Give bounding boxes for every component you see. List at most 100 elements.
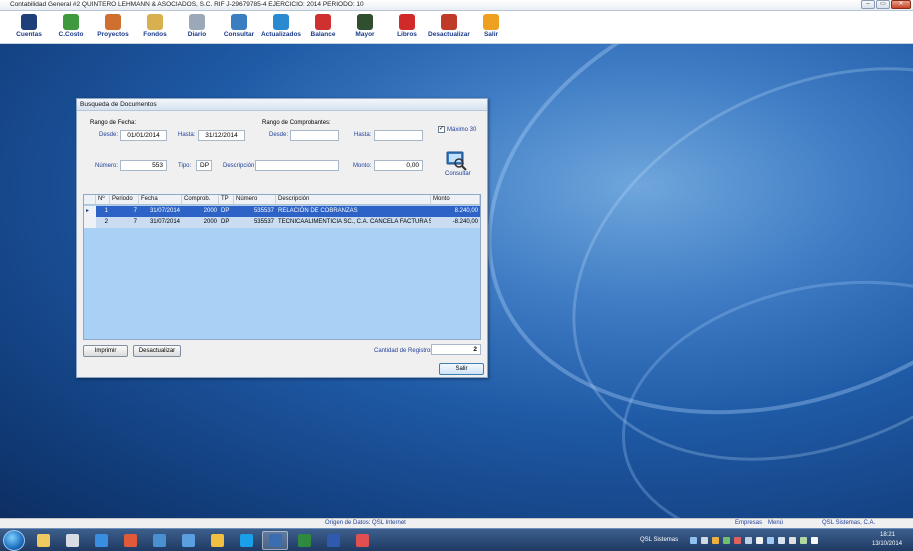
grid-header-monto[interactable]: Monto <box>431 195 480 205</box>
toolbar-ccosto-button[interactable]: C.Costo <box>50 11 92 44</box>
toolbar-label: Cuentas <box>16 31 42 38</box>
salir-button[interactable]: Salir <box>439 363 484 375</box>
skype-icon <box>239 534 253 547</box>
window-title: Contabilidad General #2 QUINTERO LEHMANN… <box>10 1 364 8</box>
table-row[interactable]: ▸ 1 7 31/07/2014 2000 DP 535537 RELACIÓN… <box>84 206 480 217</box>
documents-grid[interactable]: Nº Periodo Fecha Comprob. TP Número Desc… <box>83 194 481 340</box>
diario-icon <box>189 14 205 30</box>
toolbar-balance-button[interactable]: Balance <box>302 11 344 44</box>
taskbar-app-button[interactable] <box>175 531 201 550</box>
grid-header-fecha[interactable]: Fecha <box>139 195 182 205</box>
libros-icon <box>399 14 415 30</box>
cell-n: 1 <box>104 208 108 214</box>
maximo-checkbox[interactable]: ✓ <box>438 126 445 133</box>
toolbar-proyectos-button[interactable]: Proyectos <box>92 11 134 44</box>
comprob-desde-input[interactable] <box>290 130 339 141</box>
chrome-icon <box>123 534 137 547</box>
taskbar-app-button[interactable] <box>30 531 56 550</box>
document-icon <box>65 534 79 547</box>
grid-header-descripcion[interactable]: Descripción <box>276 195 431 205</box>
taskbar-app-button[interactable] <box>291 531 317 550</box>
taskbar-app-button[interactable] <box>146 531 172 550</box>
cell-monto: -8.240,00 <box>452 219 478 225</box>
taskbar-app-button[interactable] <box>262 531 288 550</box>
maximize-button[interactable]: ▭ <box>876 0 890 9</box>
fecha-desde-input[interactable]: 01/01/2014 <box>120 130 167 141</box>
descripcion-label: Descripción: <box>223 163 257 169</box>
grid-header-comprob[interactable]: Comprob. <box>182 195 219 205</box>
tray-icon[interactable] <box>767 537 774 544</box>
tray-icon[interactable] <box>800 537 807 544</box>
minimize-button[interactable]: – <box>861 0 875 9</box>
taskbar-app-button[interactable] <box>320 531 346 550</box>
dialog-title: Busqueda de Documentos <box>77 99 487 111</box>
title-bar: Contabilidad General #2 QUINTERO LEHMANN… <box>0 0 913 11</box>
monto-label: Monto: <box>353 163 372 169</box>
empresas-link[interactable]: Empresas <box>735 520 762 526</box>
imprimir-button[interactable]: Imprimir <box>83 345 128 357</box>
cell-comprob: 2000 <box>203 219 217 225</box>
toolbar-consultar-button[interactable]: Consultar <box>218 11 260 44</box>
tray-icon[interactable] <box>789 537 796 544</box>
numero-input[interactable]: 553 <box>120 160 167 171</box>
grid-header-periodo[interactable]: Periodo <box>110 195 139 205</box>
tray-icon[interactable] <box>811 537 818 544</box>
monto-input[interactable]: 0,00 <box>374 160 423 171</box>
grid-header-tp[interactable]: TP <box>219 195 234 205</box>
toolbar-label: Salir <box>483 31 499 38</box>
tray-icon[interactable] <box>690 537 697 544</box>
taskbar-app-button[interactable] <box>88 531 114 550</box>
tray-icon[interactable] <box>701 537 708 544</box>
start-button[interactable] <box>3 530 25 551</box>
taskbar: QSL Sistemas 18:21 13/10/2014 <box>0 528 913 551</box>
toolbar-libros-button[interactable]: Libros <box>386 11 428 44</box>
tray-icon[interactable] <box>756 537 763 544</box>
tray-label: QSL Sistemas <box>640 537 679 543</box>
toolbar-label: Desactualizar <box>428 31 470 38</box>
toolbar-cuentas-button[interactable]: Cuentas <box>8 11 50 44</box>
tray-icon[interactable] <box>778 537 785 544</box>
toolbar-label: Mayor <box>355 31 375 38</box>
menu-link[interactable]: Menú <box>768 520 783 526</box>
toolbar-actualizados-button[interactable]: Actualizados <box>260 11 302 44</box>
tray-icon[interactable] <box>723 537 730 544</box>
taskbar-app-button[interactable] <box>59 531 85 550</box>
table-row[interactable]: 2 7 31/07/2014 2000 DP 535537 TECNICAALI… <box>84 217 480 228</box>
taskbar-app-button[interactable] <box>349 531 375 550</box>
taskbar-app-button[interactable] <box>204 531 230 550</box>
tray-icon[interactable] <box>734 537 741 544</box>
consultar-button[interactable]: Consultar <box>445 149 471 177</box>
toolbar-salir-button[interactable]: Salir <box>470 11 512 44</box>
tipo-input[interactable]: DP <box>196 160 212 171</box>
tray-icons <box>690 537 818 544</box>
grid-header-corner <box>84 195 96 205</box>
descripcion-input[interactable] <box>255 160 339 171</box>
toolbar-mayor-button[interactable]: Mayor <box>344 11 386 44</box>
toolbar-diario-button[interactable]: Diario <box>176 11 218 44</box>
clock-date[interactable]: 13/10/2014 <box>872 541 902 547</box>
toolbar-label: Consultar <box>223 31 255 38</box>
toolbar-label: Fondos <box>143 31 167 38</box>
search-icon <box>446 151 467 171</box>
grid-header-numero[interactable]: Número <box>234 195 276 205</box>
clock-time[interactable]: 18:21 <box>880 532 895 538</box>
fecha-hasta-input[interactable]: 31/12/2014 <box>198 130 245 141</box>
rango-fecha-label: Rango de Fecha: <box>90 120 137 126</box>
toolbar-fondos-button[interactable]: Fondos <box>134 11 176 44</box>
cell-tp: DP <box>221 208 230 214</box>
tray-icon[interactable] <box>745 537 752 544</box>
cuentas-icon <box>21 14 37 30</box>
desactualizar-button[interactable]: Desactualizar <box>133 345 181 357</box>
toolbar-desactualizar-button[interactable]: Desactualizar <box>428 11 470 44</box>
comprob-hasta-input[interactable] <box>374 130 423 141</box>
cell-descripcion: TECNICAALIMENTICIA SC., C.A. CANCELA FAC… <box>278 219 431 225</box>
cell-periodo: 7 <box>133 219 137 225</box>
taskbar-app-button[interactable] <box>233 531 259 550</box>
taskbar-app-button[interactable] <box>117 531 143 550</box>
cell-descripcion: RELACIÓN DE COBRANZAS <box>278 208 358 214</box>
close-button[interactable]: ✕ <box>891 0 911 9</box>
tray-icon[interactable] <box>712 537 719 544</box>
company-text: QSL Sistemas, C.A. <box>822 520 876 526</box>
grid-header-n[interactable]: Nº <box>96 195 110 205</box>
cell-n: 2 <box>104 219 108 225</box>
